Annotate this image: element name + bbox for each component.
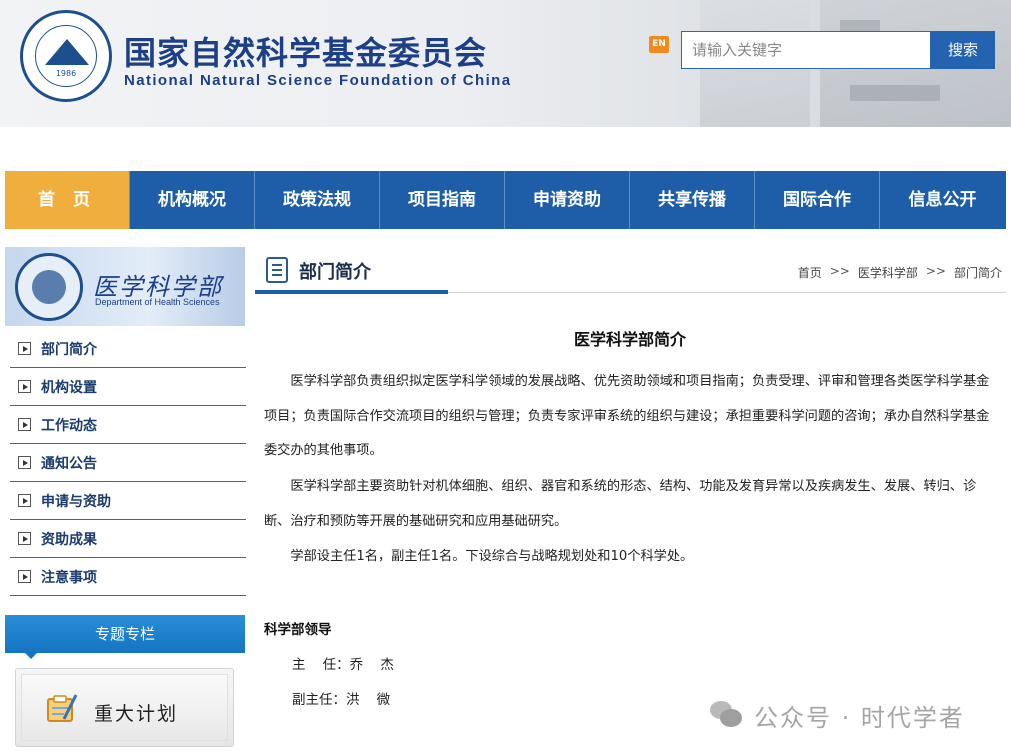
wechat-watermark: 公众号 · 时代学者 — [708, 697, 965, 733]
nav-item-international[interactable]: 国际合作 — [755, 171, 880, 229]
sidebar-item-label: 资助成果 — [41, 531, 97, 548]
sidebar-menu: 部门简介 机构设置 工作动态 通知公告 申请与资助 资助成果 注意事项 — [10, 330, 246, 596]
breadcrumb-separator: >> — [925, 264, 946, 278]
arrow-right-icon — [18, 342, 31, 355]
sidebar-item-notices[interactable]: 通知公告 — [10, 444, 246, 482]
leader-director: 主 任：乔 杰 — [292, 657, 394, 673]
sidebar-item-results[interactable]: 资助成果 — [10, 520, 246, 558]
clipboard-pen-icon — [47, 694, 78, 722]
sidebar-item-label: 工作动态 — [41, 417, 97, 434]
nav-item-share[interactable]: 共享传播 — [630, 171, 755, 229]
document-icon — [266, 257, 288, 283]
nav-item-policy[interactable]: 政策法规 — [255, 171, 380, 229]
site-header: 1986 国家自然科学基金委员会 National Natural Scienc… — [0, 0, 1011, 127]
leaders-heading: 科学部领导 — [264, 622, 332, 638]
arrow-right-icon — [18, 494, 31, 507]
nav-item-info[interactable]: 信息公开 — [880, 171, 1005, 229]
nav-item-apply[interactable]: 申请资助 — [505, 171, 630, 229]
arrow-right-icon — [18, 456, 31, 469]
breadcrumb-separator: >> — [829, 264, 850, 278]
article-paragraph: 医学科学部负责组织拟定医学科学领域的发展战略、优先资助领域和项目指南；负责受理、… — [264, 374, 990, 458]
nav-item-guide[interactable]: 项目指南 — [380, 171, 505, 229]
section-header-accent — [255, 290, 448, 294]
breadcrumb: 首页 >> 医学科学部 >> 部门简介 — [798, 264, 1002, 281]
search-button[interactable]: 搜索 — [931, 31, 995, 69]
wechat-icon — [708, 697, 744, 733]
sidebar-item-structure[interactable]: 机构设置 — [10, 368, 246, 406]
section-header: 部门简介 首页 >> 医学科学部 >> 部门简介 — [255, 247, 1006, 294]
breadcrumb-home[interactable]: 首页 — [798, 264, 822, 281]
sidebar-item-funding[interactable]: 申请与资助 — [10, 482, 246, 520]
decor-window — [850, 85, 940, 101]
main-nav: 首 页 机构概况 政策法规 项目指南 申请资助 共享传播 国际合作 信息公开 — [5, 171, 1006, 229]
watermark-text: 公众号 · 时代学者 — [754, 703, 965, 732]
nav-item-home[interactable]: 首 页 — [5, 171, 130, 229]
special-topics-header: 专题专栏 — [5, 615, 245, 659]
section-title: 部门简介 — [299, 262, 371, 283]
arrow-right-icon — [18, 418, 31, 431]
major-plan-card[interactable]: 重大计划 — [15, 668, 234, 747]
logo-mountain-icon — [45, 39, 89, 65]
major-plan-card-inner: 重大计划 — [21, 674, 228, 741]
arrow-right-icon — [18, 532, 31, 545]
article-paragraph: 医学科学部主要资助针对机体细胞、组织、器官和系统的形态、结构、功能及发育异常以及… — [264, 479, 977, 529]
search-input[interactable]: 请输入关键字 — [681, 31, 931, 69]
department-seal-icon — [15, 253, 83, 321]
sidebar-item-label: 注意事项 — [41, 569, 97, 586]
sidebar-item-intro[interactable]: 部门简介 — [10, 330, 246, 368]
sidebar-item-label: 部门简介 — [41, 341, 97, 358]
sidebar-item-label: 通知公告 — [41, 455, 97, 472]
article-paragraph: 学部设主任1名，副主任1名。下设综合与战略规划处和10个科学处。 — [290, 549, 694, 564]
site-title-cn[interactable]: 国家自然科学基金委员会 — [124, 28, 487, 74]
leader-deputy-director: 副主任：洪 微 — [292, 692, 391, 708]
sidebar-item-notes[interactable]: 注意事项 — [10, 558, 246, 596]
english-language-link[interactable]: EN — [649, 36, 669, 53]
nsfc-logo[interactable]: 1986 — [20, 10, 112, 102]
seal-center — [32, 270, 66, 304]
arrow-right-icon — [18, 570, 31, 583]
major-plan-label: 重大计划 — [94, 703, 179, 725]
department-banner: 医学科学部 Department of Health Sciences — [5, 247, 245, 326]
sidebar-item-news[interactable]: 工作动态 — [10, 406, 246, 444]
article-title: 医学科学部简介 — [573, 330, 686, 349]
logo-year: 1986 — [55, 69, 77, 78]
breadcrumb-department[interactable]: 医学科学部 — [858, 264, 918, 281]
nav-item-about[interactable]: 机构概况 — [130, 171, 255, 229]
breadcrumb-current[interactable]: 部门简介 — [954, 264, 1002, 281]
site-title-en[interactable]: National Natural Science Foundation of C… — [124, 72, 511, 89]
sidebar-item-label: 机构设置 — [41, 379, 97, 396]
department-name-en: Department of Health Sciences — [95, 297, 220, 307]
arrow-right-icon — [18, 380, 31, 393]
sidebar-item-label: 申请与资助 — [41, 493, 111, 510]
